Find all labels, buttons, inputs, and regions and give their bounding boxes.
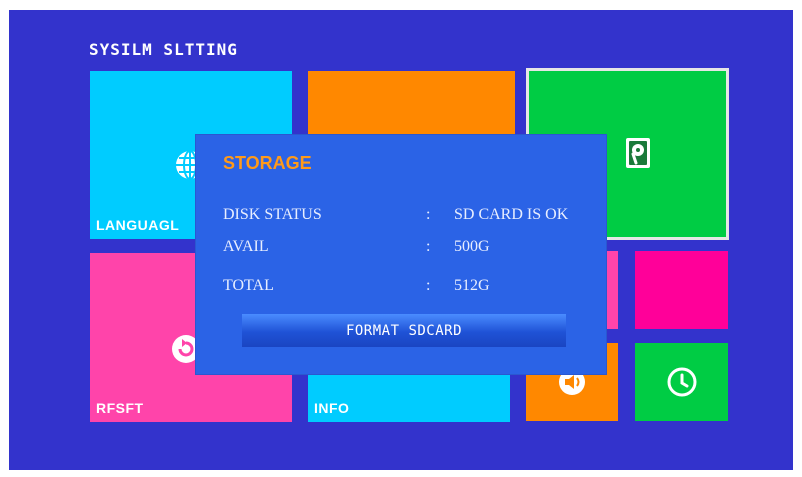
total-value: 512G (454, 277, 490, 294)
avail-separator: : (426, 238, 431, 255)
info-label: INFO (314, 400, 350, 416)
total-separator: : (426, 277, 431, 294)
page-title: SYSILM SLTTING (89, 40, 238, 59)
reset-label: RFSFT (96, 400, 144, 416)
disk-status-value: SD CARD IS OK (454, 206, 569, 223)
clock-tile[interactable] (635, 343, 728, 421)
storage-dialog: STORAGE DISK STATUS : SD CARD IS OK AVAI… (196, 135, 606, 374)
clock-icon (665, 365, 699, 399)
total-label: TOTAL (223, 277, 274, 294)
dialog-title: STORAGE (223, 153, 312, 173)
settings-screen: SYSILM SLTTING LANGUAGL RFSFT INFO STORA… (9, 10, 793, 470)
disk-status-label: DISK STATUS (223, 206, 322, 223)
hard-disk-icon (620, 132, 656, 174)
format-sdcard-button[interactable]: FORMAT SDCARD (242, 314, 566, 347)
magenta-tile[interactable] (635, 251, 728, 329)
avail-label: AVAIL (223, 238, 269, 255)
avail-value: 500G (454, 238, 490, 255)
language-label: LANGUAGL (96, 217, 180, 233)
disk-status-separator: : (426, 206, 431, 223)
info-tile[interactable]: INFO (308, 370, 510, 422)
